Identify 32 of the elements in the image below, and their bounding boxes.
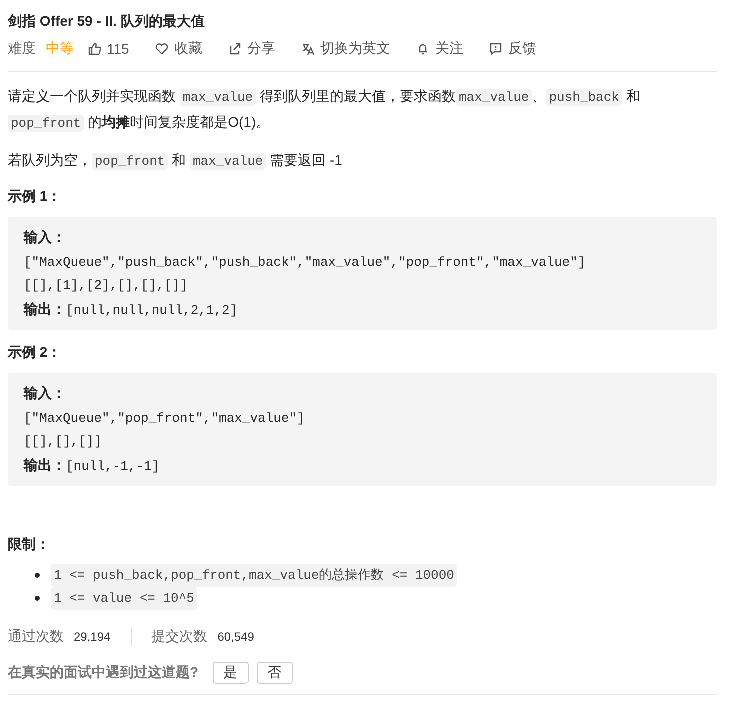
example-code-block: 输入： ["MaxQueue","pop_front","max_value"] [[],[],[]] 输出：[null,-1,-1] bbox=[8, 373, 717, 486]
interview-question: 在真实的面试中遇到过这道题? bbox=[8, 664, 199, 682]
limits-heading: 限制： bbox=[8, 535, 51, 554]
answer-button[interactable]: 是 bbox=[212, 662, 249, 684]
difficulty-label: 难度 bbox=[8, 40, 36, 58]
limit-item: 1 <= push_back,pop_front,max_value的总操作数 <= 10000 bbox=[51, 564, 458, 587]
follow-button[interactable]: 关注 bbox=[416, 40, 464, 58]
bullet-icon bbox=[35, 573, 40, 578]
share-icon bbox=[228, 42, 242, 56]
difficulty-value: 中等 bbox=[46, 40, 74, 58]
answer-button[interactable]: 否 bbox=[256, 662, 293, 684]
example-code-block: 输入： ["MaxQueue","push_back","push_back","max_value","pop_front","max_value"] [[],[1],[2],[],[],[]] 输出：[null,null,null,2,1,2] bbox=[8, 217, 717, 330]
problem-title: 剑指 Offer 59 - II. 队列的最大值 bbox=[8, 12, 206, 31]
feedback-button[interactable]: 反馈 bbox=[489, 40, 536, 58]
thumbs-up-icon bbox=[88, 42, 102, 56]
share-button[interactable]: 分享 bbox=[228, 40, 276, 58]
stat-value: 29,194 bbox=[74, 630, 111, 644]
heart-icon bbox=[155, 42, 170, 56]
example-heading: 示例 2： bbox=[8, 343, 63, 362]
description-paragraph: 若队列为空， pop_front 和 max_value 需要返回 -1 bbox=[8, 151, 344, 172]
favorite-button[interactable]: 收藏 bbox=[155, 40, 202, 58]
like-button[interactable]: 115 bbox=[88, 41, 130, 57]
language-button[interactable]: 切换为英文 bbox=[301, 40, 390, 58]
stat-label: 通过次数 bbox=[8, 628, 64, 646]
stat-label: 提交次数 bbox=[152, 628, 208, 646]
limit-item: 1 <= value <= 10^5 bbox=[51, 587, 198, 610]
example-heading: 示例 1： bbox=[8, 187, 63, 206]
bullet-icon bbox=[35, 596, 40, 601]
stat-value: 60,549 bbox=[218, 630, 254, 644]
translate-icon bbox=[301, 42, 316, 56]
description-paragraph: 请定义一个队列并实现函数 max_value 得到队列里的最大值，要求函数 max_value 、 push_back 和 pop_front 的均摊时间复杂度都是O(1)。 bbox=[8, 87, 642, 134]
speech-bubble-icon bbox=[489, 42, 504, 56]
